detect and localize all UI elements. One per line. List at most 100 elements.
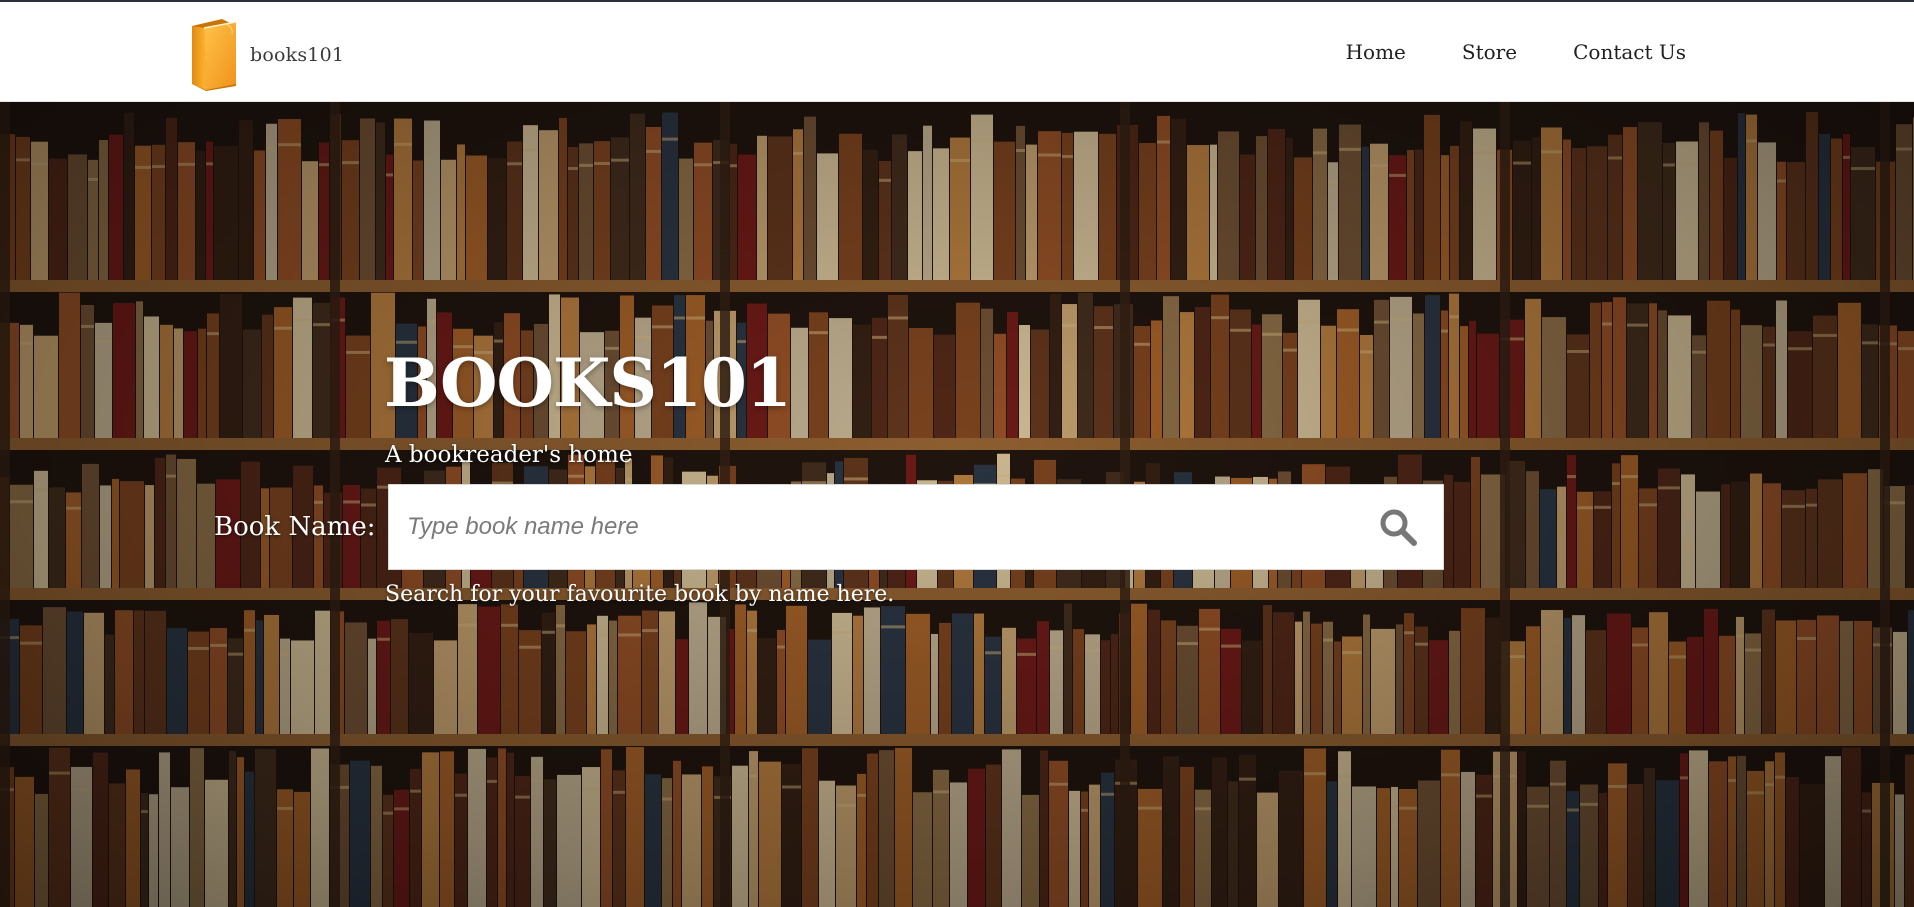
book-spine bbox=[1699, 122, 1709, 280]
nav-link-contact-us[interactable]: Contact Us bbox=[1573, 40, 1686, 64]
book-spine bbox=[1704, 608, 1718, 734]
book-spine bbox=[1363, 614, 1370, 734]
book-spine bbox=[1709, 761, 1727, 907]
book-spine-band bbox=[1541, 150, 1562, 154]
book-spine bbox=[819, 780, 835, 907]
book-spine-band bbox=[1813, 333, 1837, 337]
book-spine bbox=[498, 748, 506, 907]
book-spine-band bbox=[377, 637, 390, 641]
book-spine bbox=[315, 610, 330, 734]
book-spine bbox=[1263, 605, 1272, 734]
book-spine-band bbox=[1763, 343, 1775, 347]
book-spine-band bbox=[1134, 342, 1150, 346]
book-spine bbox=[673, 760, 681, 907]
book-spine bbox=[1731, 309, 1740, 438]
book-spine bbox=[112, 478, 119, 588]
book-spine bbox=[368, 638, 376, 734]
book-spine-band bbox=[206, 162, 213, 166]
book-spine bbox=[1073, 629, 1084, 734]
book-spine bbox=[376, 122, 385, 281]
book-spine-band bbox=[737, 340, 746, 344]
book-spine-band bbox=[1658, 486, 1680, 490]
book-spine bbox=[152, 144, 165, 280]
book-spine bbox=[974, 613, 984, 734]
book-spine-band bbox=[747, 629, 757, 633]
book-spine bbox=[178, 142, 195, 280]
book-spine-band bbox=[531, 779, 543, 783]
book-name-search-input[interactable] bbox=[389, 485, 1353, 569]
book-spine bbox=[626, 747, 644, 907]
book-spine-band bbox=[501, 623, 518, 627]
book-spine bbox=[1541, 610, 1563, 734]
book-spine bbox=[732, 765, 748, 907]
book-spine bbox=[264, 614, 279, 734]
book-spine-band bbox=[394, 807, 409, 811]
search-button[interactable] bbox=[1353, 485, 1443, 569]
book-spine bbox=[1257, 792, 1278, 907]
book-spine bbox=[1460, 326, 1468, 438]
book-spine bbox=[1002, 749, 1021, 907]
book-spine bbox=[582, 767, 600, 907]
book-spine bbox=[515, 775, 530, 907]
brand-logo-link[interactable]: books101 bbox=[186, 16, 344, 92]
book-spine bbox=[440, 751, 454, 907]
book-spine bbox=[1656, 780, 1679, 907]
book-spine-band bbox=[1862, 809, 1871, 813]
book-spine-band bbox=[782, 785, 801, 789]
book-spine-band bbox=[228, 652, 243, 656]
book-spine bbox=[1572, 148, 1586, 280]
book-spine bbox=[1454, 481, 1470, 588]
book-spine bbox=[1415, 149, 1423, 280]
book-spine bbox=[1228, 781, 1238, 907]
book-spine-band bbox=[1062, 154, 1073, 158]
book-spine bbox=[1037, 621, 1049, 734]
book-spine bbox=[735, 604, 746, 734]
book-spine-band bbox=[674, 316, 685, 320]
nav-link-store[interactable]: Store bbox=[1462, 40, 1517, 64]
book-spine bbox=[49, 158, 67, 280]
book-spine bbox=[1819, 133, 1830, 280]
book-spine bbox=[171, 787, 189, 907]
book-spine-band bbox=[1210, 164, 1217, 168]
book-spine-band bbox=[662, 797, 672, 801]
book-spine bbox=[1663, 142, 1675, 280]
book-spine bbox=[488, 158, 506, 280]
nav-link-home[interactable]: Home bbox=[1346, 40, 1406, 64]
book-spine bbox=[145, 610, 166, 734]
book-spine bbox=[1731, 481, 1749, 588]
book-spine bbox=[863, 149, 878, 280]
book-spine-band bbox=[1728, 779, 1736, 783]
book-spine-band bbox=[1765, 783, 1774, 787]
book-spine bbox=[266, 123, 277, 280]
book-spine bbox=[682, 774, 701, 907]
book-spine bbox=[1567, 455, 1576, 588]
book-spine bbox=[544, 779, 556, 907]
book-spine bbox=[1668, 315, 1691, 438]
book-spine bbox=[198, 328, 206, 438]
book-spine bbox=[68, 154, 87, 280]
shelf-board bbox=[0, 734, 1914, 746]
book-spine bbox=[239, 120, 253, 280]
book-spine-band bbox=[1050, 645, 1063, 649]
book-spine-band bbox=[1663, 163, 1675, 167]
book-spine-band bbox=[274, 326, 292, 330]
book-spine-band bbox=[1374, 320, 1389, 324]
book-spine-band bbox=[1612, 482, 1620, 486]
book-spine-band bbox=[1338, 774, 1351, 778]
book-spine-band bbox=[1221, 644, 1241, 648]
book-spine-band bbox=[280, 652, 290, 656]
book-spine bbox=[1745, 633, 1761, 734]
book-spine-band bbox=[1016, 149, 1025, 153]
book-spine-band bbox=[1399, 806, 1417, 810]
book-spine bbox=[371, 765, 382, 907]
book-spine-band bbox=[149, 811, 158, 815]
book-spine bbox=[82, 463, 99, 588]
book-spine bbox=[1477, 333, 1499, 438]
book-spine-band bbox=[1441, 773, 1460, 777]
book-spine-band bbox=[832, 631, 852, 635]
main-nav: Home Store Contact Us bbox=[1346, 2, 1686, 102]
book-spine-band bbox=[1389, 173, 1406, 177]
book-spine bbox=[1525, 298, 1541, 438]
book-spine-band bbox=[1896, 147, 1912, 151]
book-spine-band bbox=[1370, 164, 1388, 168]
